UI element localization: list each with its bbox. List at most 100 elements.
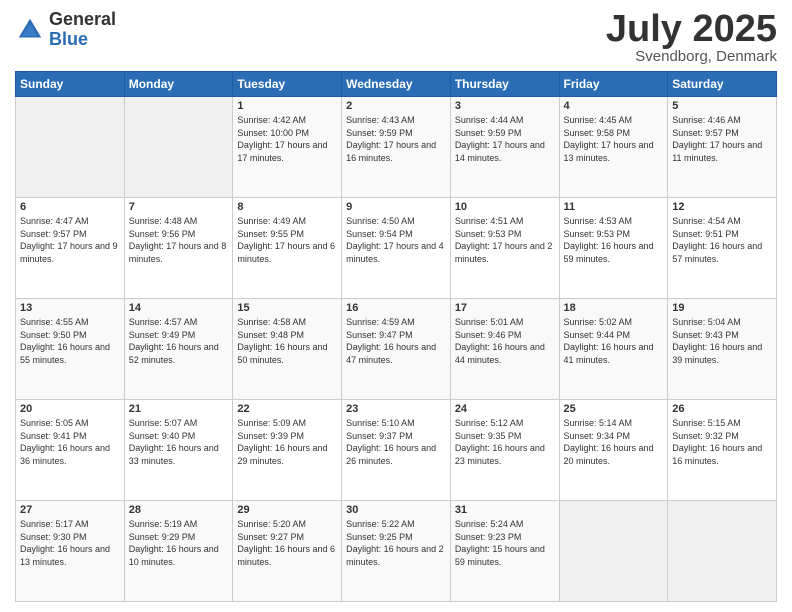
calendar-week-1: 1Sunrise: 4:42 AM Sunset: 10:00 PM Dayli…: [16, 97, 777, 198]
day-info: Sunrise: 5:19 AM Sunset: 9:29 PM Dayligh…: [129, 518, 229, 568]
logo: General Blue: [15, 10, 116, 50]
calendar-cell: 15 Sunrise: 4:58 AM Sunset: 9:48 PM Dayli…: [233, 299, 342, 400]
calendar-cell: [124, 97, 233, 198]
day-info: Sunrise: 5:05 AM Sunset: 9:41 PM Dayligh…: [20, 417, 120, 467]
day-number: 17: [455, 302, 555, 314]
calendar-cell: 24 Sunrise: 5:12 AM Sunset: 9:35 PM Dayli…: [450, 400, 559, 501]
day-info: Sunrise: 5:10 AM Sunset: 9:37 PM Dayligh…: [346, 417, 446, 467]
day-info: Sunrise: 5:01 AM Sunset: 9:46 PM Dayligh…: [455, 316, 555, 366]
day-number: 4: [564, 100, 664, 112]
day-number: 7: [129, 201, 229, 213]
calendar-cell: 30 Sunrise: 5:22 AM Sunset: 9:25 PM Dayli…: [342, 501, 451, 602]
day-number: 30: [346, 504, 446, 516]
day-number: 11: [564, 201, 664, 213]
day-info: Sunrise: 5:07 AM Sunset: 9:40 PM Dayligh…: [129, 417, 229, 467]
day-number: 19: [672, 302, 772, 314]
day-info: Sunrise: 4:54 AM Sunset: 9:51 PM Dayligh…: [672, 215, 772, 265]
logo-blue: Blue: [49, 29, 88, 49]
calendar-cell: 8Sunrise: 4:49 AM Sunset: 9:55 PM Daylig…: [233, 198, 342, 299]
day-info: Sunrise: 4:46 AM Sunset: 9:57 PM Dayligh…: [672, 114, 772, 164]
calendar-cell: 3Sunrise: 4:44 AM Sunset: 9:59 PM Daylig…: [450, 97, 559, 198]
logo-general: General: [49, 9, 116, 29]
day-number: 20: [20, 403, 120, 415]
day-info: Sunrise: 5:02 AM Sunset: 9:44 PM Dayligh…: [564, 316, 664, 366]
calendar-cell: 2 Sunrise: 4:43 AM Sunset: 9:59 PM Daylig…: [342, 97, 451, 198]
day-info: Sunrise: 5:14 AM Sunset: 9:34 PM Dayligh…: [564, 417, 664, 467]
calendar-cell: [668, 501, 777, 602]
day-info: Sunrise: 4:45 AM Sunset: 9:58 PM Dayligh…: [564, 114, 664, 164]
day-info: Sunrise: 4:47 AM Sunset: 9:57 PM Dayligh…: [20, 215, 120, 265]
day-info: Sunrise: 5:24 AM Sunset: 9:23 PM Dayligh…: [455, 518, 555, 568]
day-info: Sunrise: 5:12 AM Sunset: 9:35 PM Dayligh…: [455, 417, 555, 467]
day-info: Sunrise: 4:58 AM Sunset: 9:48 PM Dayligh…: [237, 316, 337, 366]
day-number: 29: [237, 504, 337, 516]
calendar-cell: 1Sunrise: 4:42 AM Sunset: 10:00 PM Dayli…: [233, 97, 342, 198]
day-info: Sunrise: 4:48 AM Sunset: 9:56 PM Dayligh…: [129, 215, 229, 265]
logo-icon: [15, 15, 45, 45]
calendar-cell: 9Sunrise: 4:50 AM Sunset: 9:54 PM Daylig…: [342, 198, 451, 299]
day-number: 27: [20, 504, 120, 516]
title-block: July 2025 Svendborg, Denmark: [606, 10, 777, 65]
day-number: 10: [455, 201, 555, 213]
calendar-cell: 13Sunrise: 4:55 AM Sunset: 9:50 PM Dayli…: [16, 299, 125, 400]
calendar-cell: [16, 97, 125, 198]
calendar-cell: 28Sunrise: 5:19 AM Sunset: 9:29 PM Dayli…: [124, 501, 233, 602]
calendar-cell: 16Sunrise: 4:59 AM Sunset: 9:47 PM Dayli…: [342, 299, 451, 400]
calendar-header-row: SundayMondayTuesdayWednesdayThursdayFrid…: [16, 72, 777, 97]
day-info: Sunrise: 5:09 AM Sunset: 9:39 PM Dayligh…: [237, 417, 337, 467]
calendar-cell: 22 Sunrise: 5:09 AM Sunset: 9:39 PM Dayli…: [233, 400, 342, 501]
calendar: SundayMondayTuesdayWednesdayThursdayFrid…: [15, 71, 777, 602]
day-info: Sunrise: 4:53 AM Sunset: 9:53 PM Dayligh…: [564, 215, 664, 265]
calendar-cell: 29 Sunrise: 5:20 AM Sunset: 9:27 PM Dayli…: [233, 501, 342, 602]
day-header-tuesday: Tuesday: [233, 72, 342, 97]
calendar-cell: 5 Sunrise: 4:46 AM Sunset: 9:57 PM Daylig…: [668, 97, 777, 198]
day-number: 31: [455, 504, 555, 516]
day-number: 5: [672, 100, 772, 112]
calendar-cell: 26Sunrise: 5:15 AM Sunset: 9:32 PM Dayli…: [668, 400, 777, 501]
day-header-sunday: Sunday: [16, 72, 125, 97]
day-number: 18: [564, 302, 664, 314]
day-number: 24: [455, 403, 555, 415]
day-info: Sunrise: 5:22 AM Sunset: 9:25 PM Dayligh…: [346, 518, 446, 568]
calendar-cell: 27 Sunrise: 5:17 AM Sunset: 9:30 PM Dayli…: [16, 501, 125, 602]
day-info: Sunrise: 4:55 AM Sunset: 9:50 PM Dayligh…: [20, 316, 120, 366]
day-info: Sunrise: 5:17 AM Sunset: 9:30 PM Dayligh…: [20, 518, 120, 568]
location: Svendborg, Denmark: [606, 48, 777, 65]
day-info: Sunrise: 4:50 AM Sunset: 9:54 PM Dayligh…: [346, 215, 446, 265]
day-info: Sunrise: 4:42 AM Sunset: 10:00 PM Daylig…: [237, 114, 337, 164]
day-number: 26: [672, 403, 772, 415]
day-number: 6: [20, 201, 120, 213]
calendar-cell: 18 Sunrise: 5:02 AM Sunset: 9:44 PM Dayli…: [559, 299, 668, 400]
calendar-cell: 12Sunrise: 4:54 AM Sunset: 9:51 PM Dayli…: [668, 198, 777, 299]
calendar-cell: 4 Sunrise: 4:45 AM Sunset: 9:58 PM Daylig…: [559, 97, 668, 198]
day-info: Sunrise: 4:51 AM Sunset: 9:53 PM Dayligh…: [455, 215, 555, 265]
calendar-cell: 21Sunrise: 5:07 AM Sunset: 9:40 PM Dayli…: [124, 400, 233, 501]
calendar-cell: 11 Sunrise: 4:53 AM Sunset: 9:53 PM Dayli…: [559, 198, 668, 299]
calendar-cell: 17 Sunrise: 5:01 AM Sunset: 9:46 PM Dayli…: [450, 299, 559, 400]
calendar-week-2: 6 Sunrise: 4:47 AM Sunset: 9:57 PM Daylig…: [16, 198, 777, 299]
day-number: 2: [346, 100, 446, 112]
day-number: 3: [455, 100, 555, 112]
day-number: 15: [237, 302, 337, 314]
day-number: 22: [237, 403, 337, 415]
header: General Blue July 2025 Svendborg, Denmar…: [15, 10, 777, 65]
page: General Blue July 2025 Svendborg, Denmar…: [0, 0, 792, 612]
calendar-cell: 14 Sunrise: 4:57 AM Sunset: 9:49 PM Dayli…: [124, 299, 233, 400]
day-number: 23: [346, 403, 446, 415]
month-title: July 2025: [606, 10, 777, 48]
day-number: 8: [237, 201, 337, 213]
day-info: Sunrise: 4:59 AM Sunset: 9:47 PM Dayligh…: [346, 316, 446, 366]
day-info: Sunrise: 4:43 AM Sunset: 9:59 PM Dayligh…: [346, 114, 446, 164]
calendar-cell: [559, 501, 668, 602]
day-header-saturday: Saturday: [668, 72, 777, 97]
day-info: Sunrise: 4:57 AM Sunset: 9:49 PM Dayligh…: [129, 316, 229, 366]
day-header-friday: Friday: [559, 72, 668, 97]
day-info: Sunrise: 5:04 AM Sunset: 9:43 PM Dayligh…: [672, 316, 772, 366]
calendar-cell: 7 Sunrise: 4:48 AM Sunset: 9:56 PM Daylig…: [124, 198, 233, 299]
calendar-cell: 6 Sunrise: 4:47 AM Sunset: 9:57 PM Daylig…: [16, 198, 125, 299]
calendar-cell: 20 Sunrise: 5:05 AM Sunset: 9:41 PM Dayli…: [16, 400, 125, 501]
day-info: Sunrise: 5:20 AM Sunset: 9:27 PM Dayligh…: [237, 518, 337, 568]
calendar-week-3: 13Sunrise: 4:55 AM Sunset: 9:50 PM Dayli…: [16, 299, 777, 400]
day-header-thursday: Thursday: [450, 72, 559, 97]
day-number: 14: [129, 302, 229, 314]
